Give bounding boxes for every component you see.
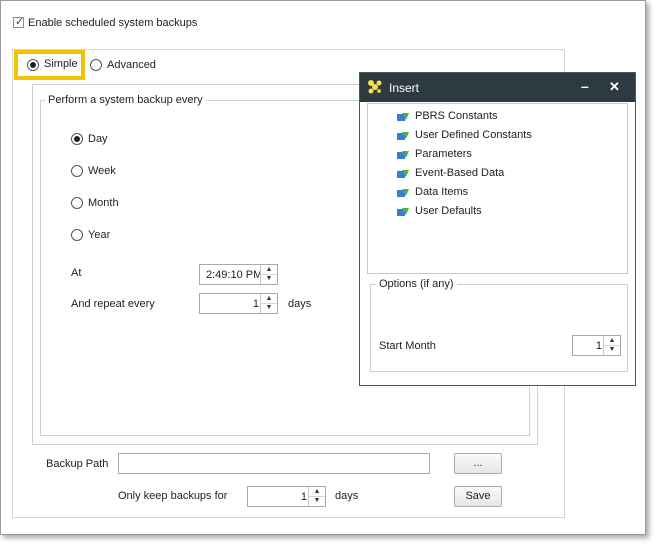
week-label[interactable]: Week [88,165,116,177]
insert-field-icon [397,132,409,140]
day-label[interactable]: Day [88,133,108,145]
repeat-input[interactable]: 1 ▲ ▼ [199,293,278,314]
month-radio[interactable] [71,197,83,209]
at-time-spinner[interactable]: ▲ ▼ [260,265,277,284]
year-radio[interactable] [71,229,83,241]
simple-label[interactable]: Simple [44,58,78,70]
options-group [370,284,628,372]
checkmark-icon: ✓ [15,16,25,28]
month-label[interactable]: Month [88,197,119,209]
keep-backups-label: Only keep backups for [118,490,228,502]
insert-field-icon [397,113,409,121]
advanced-radio[interactable] [90,59,102,71]
simple-radio[interactable] [27,59,39,71]
repeat-label: And repeat every [71,298,155,310]
keep-backups-unit: days [335,490,359,502]
insert-tree: PBRS Constants User Defined Constants Pa… [367,103,628,274]
year-label[interactable]: Year [88,229,110,241]
start-month-input[interactable]: 1 ▲ ▼ [572,335,621,356]
frequency-group-label: Perform a system backup every [45,94,206,106]
at-time-input[interactable]: 2:49:10 PM ▲ ▼ [199,264,278,285]
insert-title: Insert [389,81,420,95]
app-logo-icon [368,80,382,94]
at-time-value: 2:49:10 PM [206,269,260,281]
repeat-value: 1 [252,298,259,310]
insert-field-icon [397,208,409,216]
backup-path-label: Backup Path [46,458,109,470]
insert-dialog: Insert – ✕ PBRS Constants User Defined C… [359,72,636,386]
insert-field-icon [397,151,409,159]
start-month-label: Start Month [379,340,436,352]
insert-field-icon [397,170,409,178]
spin-down-icon[interactable]: ▼ [309,496,325,505]
enable-backups-checkbox[interactable]: ✓ [13,16,25,28]
minimize-icon[interactable]: – [581,78,589,94]
spin-down-icon[interactable]: ▼ [261,303,277,312]
repeat-spinner[interactable]: ▲ ▼ [260,294,277,313]
enable-backups-label: Enable scheduled system backups [28,17,198,29]
start-month-spinner[interactable]: ▲ ▼ [603,336,620,355]
keep-backups-value: 1 [300,491,307,503]
at-label: At [71,267,82,279]
start-month-value: 1 [595,340,602,352]
insert-field-icon [397,189,409,197]
insert-title-bar[interactable]: Insert – ✕ [360,73,635,102]
week-radio[interactable] [71,165,83,177]
close-icon[interactable]: ✕ [609,79,620,95]
advanced-label[interactable]: Advanced [107,59,156,71]
save-button[interactable]: Save [454,486,502,507]
keep-backups-spinner[interactable]: ▲ ▼ [308,487,325,506]
repeat-unit: days [288,298,312,310]
spin-down-icon[interactable]: ▼ [261,274,277,283]
spin-down-icon[interactable]: ▼ [604,345,620,354]
keep-backups-input[interactable]: 1 ▲ ▼ [247,486,326,507]
day-radio[interactable] [71,133,83,145]
options-group-label: Options (if any) [376,278,457,290]
browse-button[interactable]: ... [454,453,502,474]
backup-path-input[interactable] [118,453,430,474]
